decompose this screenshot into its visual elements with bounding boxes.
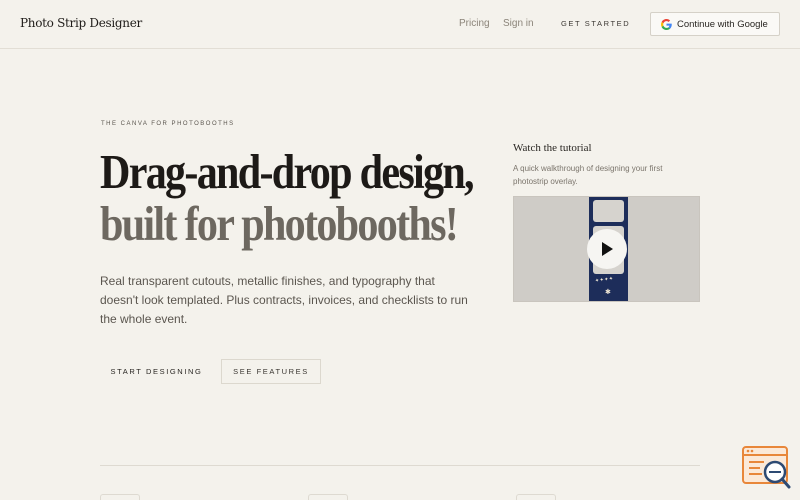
support-chat-icon [742, 446, 791, 489]
play-icon [602, 242, 613, 256]
tutorial-description: A quick walkthrough of designing your fi… [513, 164, 663, 186]
site-logo[interactable]: Photo Strip Designer [20, 16, 142, 30]
headline-line-2: built for photobooths! [100, 196, 459, 251]
hero-subtext: Real transparent cutouts, metallic finis… [100, 274, 468, 326]
feature-card [100, 494, 140, 500]
hero-headline: Drag-and-drop design, built for photoboo… [100, 144, 475, 251]
nav-get-started-link[interactable]: GET STARTED [561, 19, 630, 28]
tutorial-title: Watch the tutorial [513, 142, 592, 154]
strip-caption-art: ✦✦✦✦ [594, 275, 615, 285]
headline-line-1: Drag-and-drop design, [100, 144, 475, 199]
feature-card [516, 494, 556, 500]
play-button[interactable] [587, 229, 627, 269]
tutorial-video[interactable]: ✦✦✦✦ ✱ [513, 196, 700, 302]
google-button-label: Continue with Google [677, 18, 768, 30]
support-chat-widget[interactable] [742, 446, 792, 490]
google-icon [661, 18, 672, 30]
hero-eyebrow: THE CANVA FOR PHOTOBOOTHS [101, 121, 235, 127]
strip-ornament: ✱ [605, 289, 611, 296]
continue-with-google-button[interactable]: Continue with Google [650, 12, 780, 36]
section-divider [100, 465, 700, 466]
nav-sign-in-link[interactable]: Sign in [503, 18, 534, 29]
see-features-button[interactable]: SEE FEATURES [221, 359, 321, 384]
start-designing-button[interactable]: START DESIGNING [100, 359, 213, 384]
nav-pricing-link[interactable]: Pricing [459, 18, 490, 29]
feature-card [308, 494, 348, 500]
top-nav: Photo Strip Designer Pricing Sign in GET… [0, 0, 800, 49]
strip-frame [593, 200, 624, 222]
